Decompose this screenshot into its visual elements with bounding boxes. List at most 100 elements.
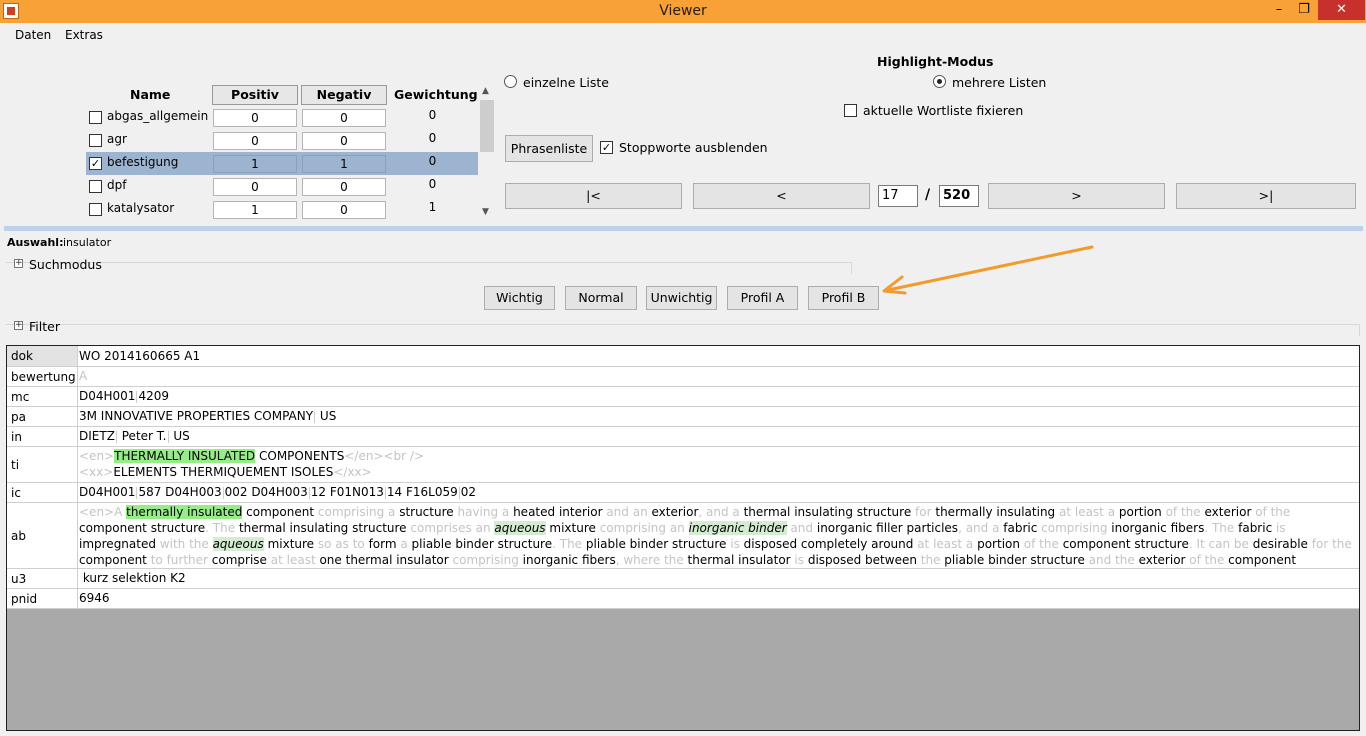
row-checkbox-dpf[interactable] [89,180,102,193]
fix-wordlist-checkbox[interactable] [844,104,857,117]
ab-stopword: at least a [917,537,978,551]
ab-term: impregnated [79,537,160,551]
ti-tag: <xx> [79,465,114,479]
ab-highlight: inorganic binder [688,521,787,535]
ab-term: thermal insulating structure [743,505,916,519]
negativ-cell[interactable]: 1 [302,155,386,173]
check-mark-icon: ✓ [601,141,612,154]
column-header-negativ[interactable]: Negativ [301,85,387,105]
ab-term: thermal insulating structure [238,521,411,535]
menu-extras[interactable]: Extras [65,28,103,42]
expand-search-mode-icon[interactable]: + [14,259,23,268]
ab-term: fabric [1003,521,1042,535]
menu-daten[interactable]: Daten [15,28,51,42]
ab-term: component structure [79,521,206,535]
scroll-up-icon[interactable]: ▲ [482,86,489,96]
column-header-positiv[interactable]: Positiv [212,85,298,105]
record-row-pa[interactable]: pa 3M INNOVATIVE PROPERTIES COMPANY US [7,407,1359,427]
radio-multi-list[interactable] [933,75,946,88]
profil-a-button[interactable]: Profil A [727,286,798,310]
ab-stopword: and the [1088,553,1139,567]
row-checkbox-agr[interactable] [89,134,102,147]
positiv-cell[interactable]: 0 [213,178,297,196]
ab-stopword: of the [1165,505,1205,519]
record-row-ti[interactable]: ti <en>THERMALLY INSULATED COMPONENTS</e… [7,447,1359,483]
ab-stopword: comprising [1041,521,1112,535]
scroll-down-icon[interactable]: ▼ [482,207,489,217]
record-row-dok[interactable]: dok WO 2014160665 A1 [7,346,1359,367]
ab-term: inorganic fibers [522,553,616,567]
record-key: ti [7,447,78,482]
row-checkbox-katalysator[interactable] [89,203,102,216]
ab-term: heated interior [513,505,607,519]
ab-stopword: the [920,553,945,567]
ab-stopword: is [730,537,744,551]
previous-page-button[interactable]: < [693,183,870,209]
record-key: in [7,427,78,446]
record-value-ti: <en>THERMALLY INSULATED COMPONENTS</en><… [79,447,1359,480]
ab-term: exterior [1138,553,1190,567]
row-checkbox-befestigung[interactable]: ✓ [89,157,102,170]
record-key: u3 [7,569,78,588]
ab-term: one thermal insulator [319,553,453,567]
record-value-ic: D04H001 587 D04H003 002 D04H003 12 F01N013 1… [79,483,1359,500]
ab-stopword: to further [150,553,212,567]
positiv-cell[interactable]: 1 [213,155,297,173]
negativ-cell[interactable]: 0 [302,109,386,127]
separator [115,430,117,443]
radio-multi-list-label: mehrere Listen [952,75,1047,90]
gewichtung-value: 0 [428,108,437,122]
scrollbar-thumb[interactable] [480,100,494,152]
wichtig-button[interactable]: Wichtig [484,286,555,310]
unwichtig-button[interactable]: Unwichtig [646,286,717,310]
ab-term: component structure [1062,537,1189,551]
record-row-ic[interactable]: ic D04H001 587 D04H003 002 D04H003 12 F01N0… [7,483,1359,503]
record-row-pnid[interactable]: pnid 6946 [7,589,1359,609]
ab-highlight: thermally insulated [126,505,243,519]
ab-stopword: , and a [958,521,1004,535]
current-page-input[interactable]: 17 [878,185,918,207]
ab-term: thermal insulator [687,553,795,567]
search-mode-label[interactable]: Suchmodus [29,257,102,272]
ab-stopword: <en>A [79,505,127,519]
ti-text: ELEMENTS THERMIQUEMENT ISOLES [113,465,334,479]
record-row-mc[interactable]: mc D04H001 4209 [7,387,1359,407]
ab-stopword: and [786,521,817,535]
row-checkbox-abgas-allgemein[interactable] [89,111,102,124]
last-page-button[interactable]: >| [1176,183,1356,209]
gewichtung-value: 0 [428,154,437,168]
phrase-list-button[interactable]: Phrasenliste [505,135,593,162]
separator [314,410,316,423]
ab-term: pliable binder structure [585,537,731,551]
radio-single-list[interactable] [504,75,517,88]
panel-divider[interactable] [4,226,1363,231]
record-row-ab[interactable]: ab <en>A thermally insulated component c… [7,503,1359,583]
close-button[interactable]: ✕ [1318,0,1365,20]
ab-stopword: is [1275,521,1286,535]
negativ-cell[interactable]: 0 [302,201,386,219]
record-row-bewertung[interactable]: bewertung A [7,367,1359,387]
expand-filter-icon[interactable]: + [14,321,23,330]
positiv-cell[interactable]: 0 [213,132,297,150]
record-row-in[interactable]: in DIETZ Peter T. US [7,427,1359,447]
ab-term: pliable binder structure [411,537,553,551]
profil-b-button[interactable]: Profil B [808,286,879,310]
check-mark-icon: ✓ [90,157,101,170]
record-value-in: DIETZ Peter T. US [79,427,1359,444]
first-page-button[interactable]: |< [505,183,682,209]
gewichtung-value: 0 [428,131,437,145]
maximize-button[interactable]: ❐ [1293,0,1315,20]
next-page-button[interactable]: > [988,183,1165,209]
minimize-button[interactable]: – [1268,0,1290,20]
ab-term: desirable [1252,537,1312,551]
positiv-cell[interactable]: 0 [213,109,297,127]
filter-label[interactable]: Filter [29,319,60,334]
negativ-cell[interactable]: 0 [302,178,386,196]
record-row-u3[interactable]: u3 kurz selektion K2 [7,569,1359,589]
negativ-cell[interactable]: 0 [302,132,386,150]
ab-term: fabric [1238,521,1276,535]
word-list-scrollbar[interactable]: ▲ ▼ [479,86,495,220]
normal-button[interactable]: Normal [565,286,637,310]
stopwords-checkbox[interactable]: ✓ [600,141,613,154]
positiv-cell[interactable]: 1 [213,201,297,219]
